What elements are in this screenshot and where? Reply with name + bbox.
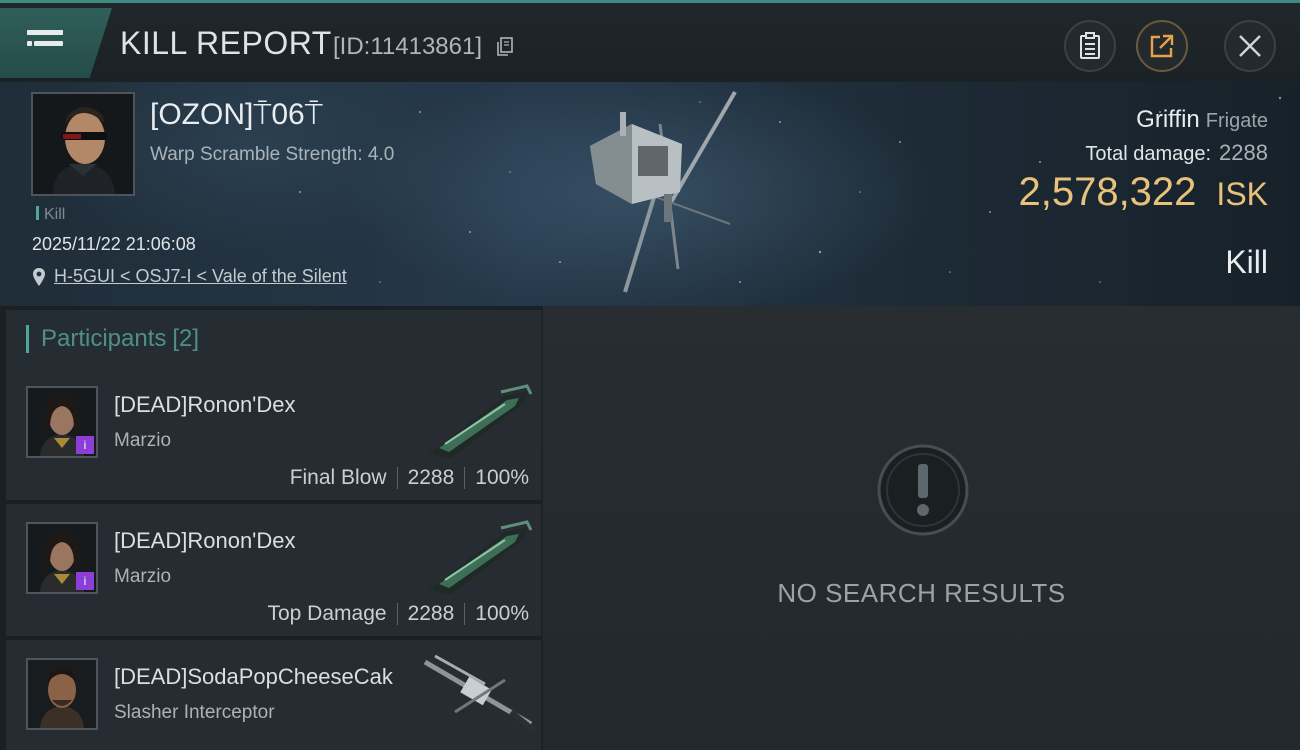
participant-ship-icon — [429, 384, 533, 458]
participant-avatar[interactable] — [26, 658, 98, 730]
exclamation-icon — [877, 444, 969, 536]
report-id: [ID:11413861] — [333, 33, 483, 60]
isk-unit: ISK — [1216, 176, 1268, 212]
total-damage-label: Total damage: — [1085, 143, 1212, 165]
info-badge-icon: i — [76, 572, 94, 590]
copy-icon[interactable] — [496, 37, 514, 57]
participants-header: Participants [2] — [6, 310, 541, 368]
participant-ship: Marzio — [114, 430, 172, 451]
victim-ship-name: Griffin — [1136, 106, 1200, 133]
participant-row[interactable]: [DEAD]SodaPopCheeseCak Slasher Intercept… — [6, 640, 541, 750]
isk-value: 2,578,322 ISK — [1018, 170, 1268, 215]
share-icon — [1150, 34, 1174, 58]
participant-name[interactable]: [DEAD]Ronon'Dex — [114, 392, 296, 418]
participant-ship-icon — [429, 520, 533, 594]
top-bar: KILL REPORT [ID:11413861] — [0, 0, 1300, 82]
clipboard-icon — [1080, 32, 1100, 59]
participant-stats: Top Damage 2288 100% — [267, 602, 529, 626]
total-damage-value: 2288 — [1219, 140, 1268, 165]
participant-damage: 2288 — [407, 602, 455, 625]
victim-ship[interactable]: Griffin Frigate — [1136, 106, 1268, 134]
empty-state-text: NO SEARCH RESULTS — [777, 578, 1066, 608]
info-badge-icon: i — [76, 436, 94, 454]
participant-avatar[interactable]: i — [26, 522, 98, 594]
participant-row[interactable]: i [DEAD]Ronon'Dex Marzio Final Blow 2288… — [6, 368, 541, 502]
participant-percent: 100% — [475, 466, 529, 489]
results-panel: NO SEARCH RESULTS — [543, 306, 1300, 750]
page-title: KILL REPORT — [120, 25, 332, 61]
kill-summary: [OZON]⍑06⍑ Warp Scramble Strength: 4.0 K… — [0, 82, 1300, 306]
participant-ship: Slasher Interceptor — [114, 702, 275, 723]
participant-role: Final Blow — [289, 466, 387, 489]
participant-ship-icon — [423, 654, 535, 733]
isk-amount: 2,578,322 — [1018, 170, 1197, 214]
close-icon — [1239, 35, 1261, 57]
kill-result: Kill — [1225, 244, 1268, 280]
victim-ship-class: Frigate — [1205, 110, 1268, 132]
participant-ship: Marzio — [114, 566, 172, 587]
menu-button[interactable] — [0, 8, 112, 78]
participant-row[interactable]: i [DEAD]Ronon'Dex Marzio Top Damage 2288… — [6, 504, 541, 638]
total-damage: Total damage: 2288 — [1085, 140, 1268, 166]
kill-location[interactable]: H-5GUI < OSJ7-I < Vale of the Silent — [32, 266, 347, 287]
participants-count: [2] — [172, 325, 200, 352]
location-pin-icon — [33, 267, 45, 286]
menu-icon — [27, 30, 63, 58]
victim-name[interactable]: [OZON]⍑06⍑ — [150, 98, 323, 132]
kill-timestamp: 2025/11/22 21:06:08 — [32, 234, 196, 254]
warp-scramble-strength: Warp Scramble Strength: 4.0 — [150, 144, 395, 165]
participant-stats: Final Blow 2288 100% — [290, 466, 529, 490]
participant-avatar[interactable]: i — [26, 386, 98, 458]
kill-tag: Kill — [36, 206, 65, 224]
participants-label: Participants — [41, 325, 167, 352]
participant-name[interactable]: [DEAD]SodaPopCheeseCak — [114, 664, 393, 690]
participant-percent: 100% — [475, 602, 529, 625]
share-button[interactable] — [1136, 20, 1188, 72]
participant-damage: 2288 — [407, 466, 455, 489]
victim-avatar[interactable] — [31, 92, 135, 196]
location-link[interactable]: H-5GUI < OSJ7-I < Vale of the Silent — [54, 266, 347, 287]
clipboard-button[interactable] — [1064, 20, 1116, 72]
participants-panel: Participants [2] i [DEAD]Ronon'Dex Marzi… — [0, 306, 541, 750]
participant-role: Top Damage — [267, 602, 387, 625]
participant-name[interactable]: [DEAD]Ronon'Dex — [114, 528, 296, 554]
close-button[interactable] — [1224, 20, 1276, 72]
kill-tag-label: Kill — [44, 206, 66, 223]
victim-ship-render — [590, 90, 737, 293]
